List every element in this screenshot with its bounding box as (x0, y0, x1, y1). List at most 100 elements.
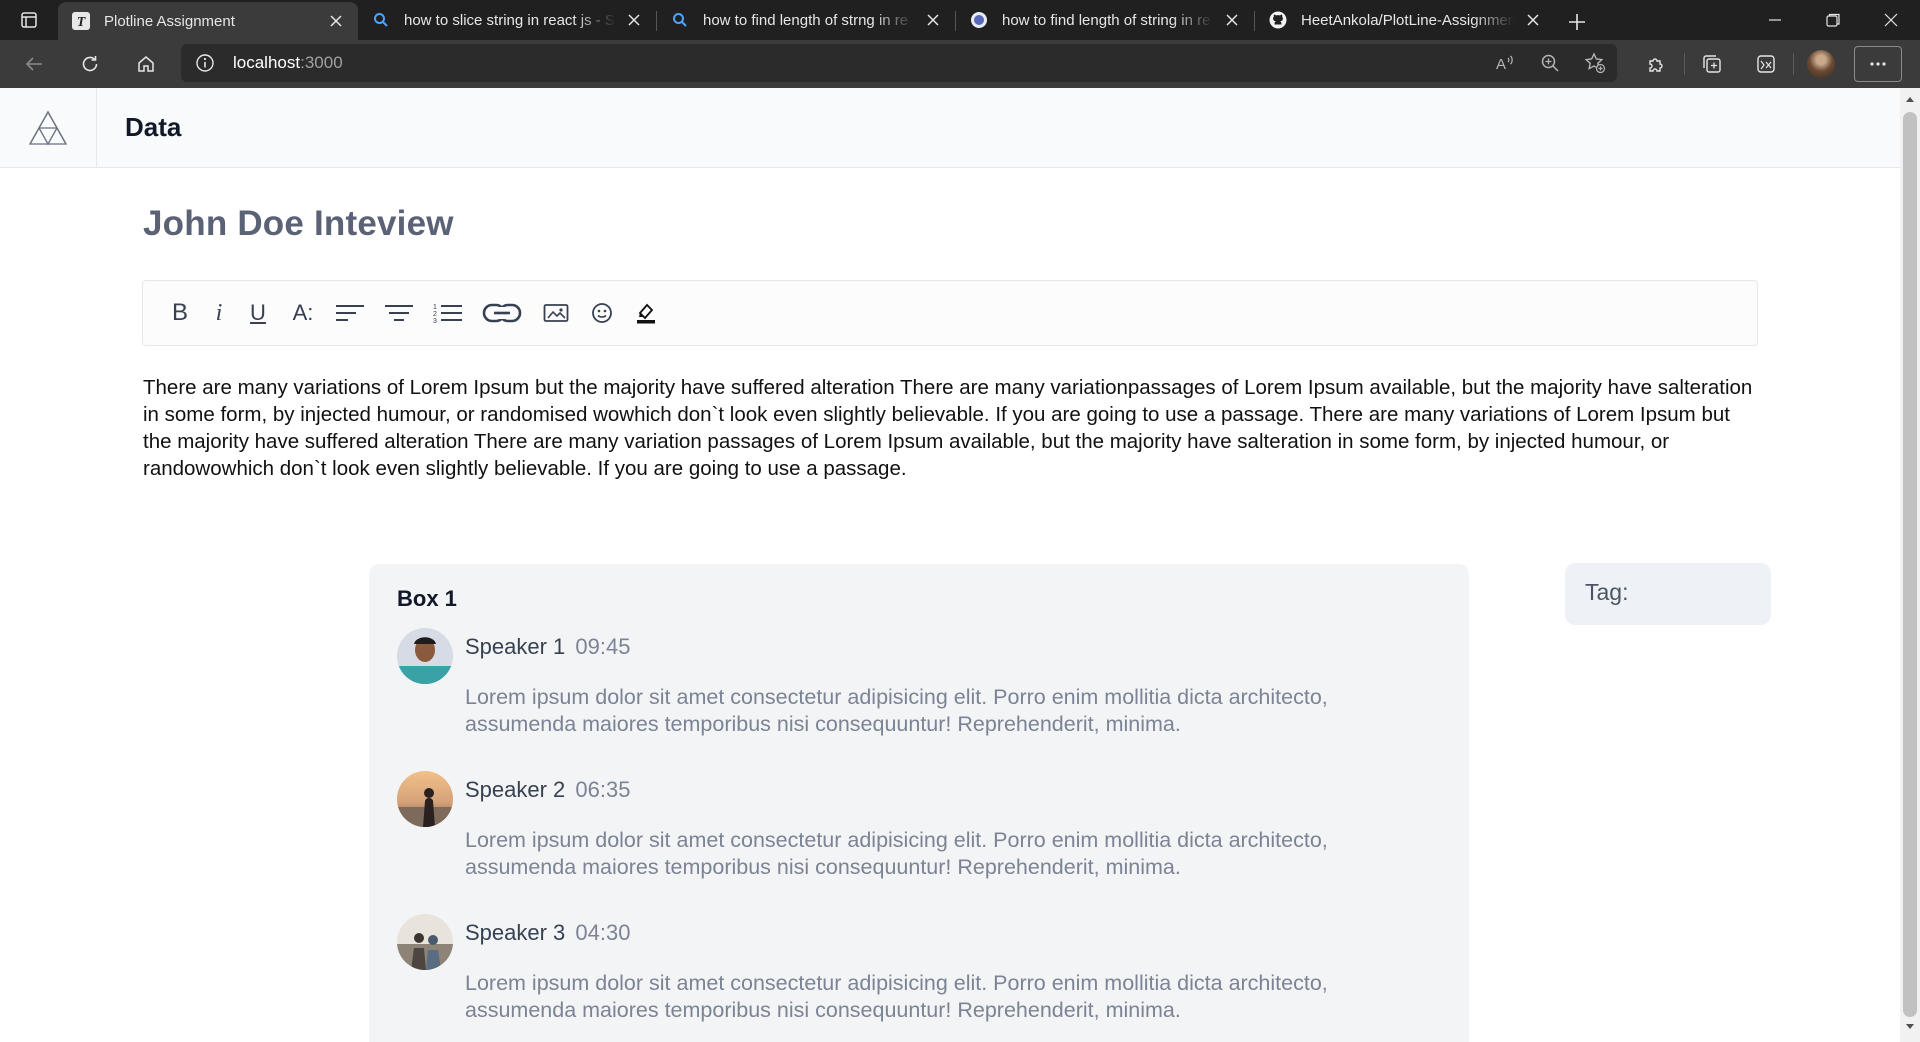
back-arrow-icon (25, 57, 42, 71)
scrollbar-thumb[interactable] (1903, 112, 1917, 1017)
tab-close-icon[interactable] (1222, 10, 1242, 30)
ordered-list-button[interactable]: 123 (431, 293, 465, 333)
address-bar[interactable]: localhost:3000 A (181, 44, 1617, 82)
minimize-button[interactable] (1746, 0, 1804, 40)
reload-button[interactable] (70, 44, 110, 84)
transcript-box: Box 1 Speaker 1 09:45 Lorem ipsum dolor … (369, 564, 1469, 1042)
read-aloud-icon: A (1496, 55, 1513, 73)
tab-close-icon[interactable] (923, 10, 943, 30)
plus-icon (1569, 14, 1585, 30)
math-solver-button[interactable] (1739, 40, 1793, 88)
home-icon (138, 56, 154, 72)
page-scrollbar[interactable] (1900, 88, 1920, 1042)
font-size-button[interactable]: A: (287, 293, 319, 333)
svg-text:3: 3 (433, 318, 437, 324)
italic-button[interactable]: i (209, 293, 229, 333)
star-add-icon (1584, 52, 1605, 74)
zoom-in-icon (1541, 54, 1559, 72)
highlight-button[interactable] (631, 293, 661, 333)
tab-title: how to find length of string in re (1002, 11, 1211, 29)
new-tab-button[interactable] (1555, 2, 1599, 42)
svg-text:A: A (1496, 56, 1506, 73)
app-header: Data (0, 88, 1900, 168)
underline-icon: U (250, 300, 266, 325)
bold-icon: B (171, 299, 188, 326)
align-center-button[interactable] (381, 293, 417, 333)
extensions-button[interactable] (1630, 40, 1684, 88)
browser-tab-github[interactable]: HeetAnkola/PlotLine-Assignmen (1255, 2, 1555, 38)
close-icon (1884, 13, 1898, 27)
read-aloud-button[interactable]: A (1482, 44, 1527, 82)
profile-avatar (1807, 50, 1835, 78)
align-left-icon (336, 305, 364, 321)
add-favorite-button[interactable] (1572, 44, 1617, 82)
ordered-list-icon: 123 (433, 304, 462, 324)
tab-actions-button[interactable] (0, 0, 58, 40)
browser-tab-search-2[interactable]: how to find length of strng in re (657, 2, 955, 38)
image-icon (543, 304, 569, 322)
browser-tab-search-1[interactable]: how to slice string in react js - Se (358, 2, 656, 38)
tab-close-icon[interactable] (624, 10, 644, 30)
speaker-text: Lorem ipsum dolor sit amet consectetur a… (465, 685, 1328, 736)
github-icon (1269, 11, 1287, 29)
bold-button[interactable]: B (165, 293, 195, 333)
highlighter-icon (637, 303, 655, 324)
speaker-name: Speaker 3 (465, 920, 566, 945)
document-title[interactable]: John Doe Inteview (143, 204, 454, 244)
align-center-icon (385, 305, 413, 321)
tab-title: HeetAnkola/PlotLine-Assignmen (1301, 11, 1515, 29)
zoom-button[interactable] (1527, 44, 1572, 82)
speaker-header: Speaker 1 09:45 (465, 634, 630, 660)
speaker-text: Lorem ipsum dolor sit amet consectetur a… (465, 971, 1328, 1022)
browser-tab-article[interactable]: how to find length of string in re (956, 2, 1254, 38)
profile-button[interactable] (1794, 40, 1848, 88)
collections-button[interactable] (1685, 40, 1739, 88)
svg-text:2: 2 (433, 311, 437, 318)
editor-toolbar: B i U A: 123 (142, 280, 1758, 346)
url-port: :3000 (300, 53, 343, 72)
speaker-timestamp[interactable]: 04:30 (575, 920, 630, 945)
speaker-header: Speaker 2 06:35 (465, 777, 630, 803)
home-button[interactable] (126, 44, 166, 84)
close-window-button[interactable] (1862, 0, 1920, 40)
window-controls (1746, 0, 1920, 40)
speaker-timestamp[interactable]: 06:35 (575, 777, 630, 802)
collections-icon (1703, 55, 1721, 73)
plotline-favicon-icon: T (72, 12, 90, 30)
site-info-icon[interactable] (185, 53, 225, 73)
link-icon (482, 303, 522, 323)
speaker-timestamp[interactable]: 09:45 (575, 634, 630, 659)
speaker-avatar (397, 628, 453, 684)
logo[interactable] (0, 88, 97, 168)
url-text: localhost:3000 (233, 53, 343, 73)
scroll-up-arrow-icon[interactable] (1900, 90, 1920, 108)
tab-title: Plotline Assignment (104, 12, 235, 30)
svg-text:T: T (77, 15, 87, 30)
tab-close-icon[interactable] (1523, 10, 1543, 30)
math-solver-icon (1757, 55, 1775, 73)
settings-more-button[interactable] (1854, 46, 1902, 82)
svg-text:1: 1 (433, 304, 437, 311)
tag-panel[interactable]: Tag: (1565, 563, 1771, 625)
restore-icon (1826, 13, 1840, 27)
scroll-down-arrow-icon[interactable] (1900, 1018, 1920, 1036)
speaker-name: Speaker 1 (465, 634, 566, 659)
browser-tab-plotline[interactable]: T Plotline Assignment (58, 2, 358, 40)
restore-button[interactable] (1804, 0, 1862, 40)
font-size-icon: A: (292, 300, 314, 325)
back-button[interactable] (14, 44, 54, 84)
emoji-button[interactable] (587, 293, 617, 333)
editor-body-text[interactable]: There are many variations of Lorem Ipsum… (143, 374, 1763, 482)
underline-button[interactable]: U (243, 293, 273, 333)
speaker-name: Speaker 2 (465, 777, 566, 802)
tab-close-icon[interactable] (326, 11, 346, 31)
browser-tab-strip: T Plotline Assignment how to slice strin… (0, 0, 1920, 40)
tab-actions-icon (21, 12, 37, 28)
align-left-button[interactable] (333, 293, 367, 333)
link-button[interactable] (479, 293, 525, 333)
puzzle-icon (1649, 58, 1663, 72)
image-button[interactable] (539, 293, 573, 333)
speaker-text: Lorem ipsum dolor sit amet consectetur a… (465, 828, 1328, 879)
app-viewport: Data John Doe Inteview B i U A: 123 Ther… (0, 88, 1900, 1042)
triangle-logo-icon (28, 110, 68, 145)
